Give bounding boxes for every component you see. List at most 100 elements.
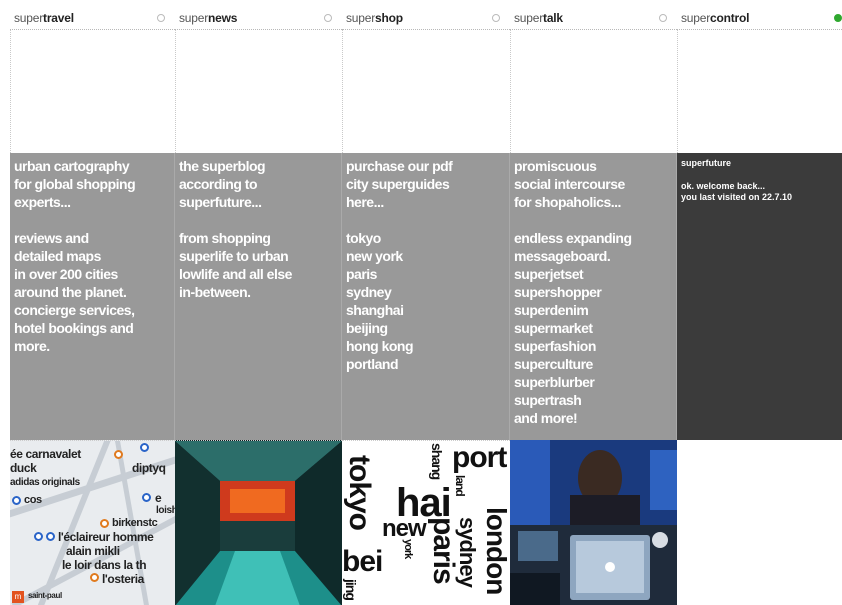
online-status-icon xyxy=(834,14,842,22)
forum-link-superblurber[interactable]: superblurber xyxy=(514,373,674,391)
panel-line: superfuture... xyxy=(179,194,262,210)
corridor-photo[interactable] xyxy=(175,440,342,605)
panel-line: purchase our pdf xyxy=(346,158,453,174)
panel-line: messageboard. xyxy=(514,248,611,264)
panel-line: city superguides xyxy=(346,176,450,192)
spacer xyxy=(677,30,842,153)
map-label: e xyxy=(155,491,162,505)
superfuture-grid: supertravel urban cartography for global… xyxy=(0,0,842,605)
map-thumbnail[interactable]: ée carnavalet duck diptyq adidas origina… xyxy=(10,440,175,605)
forum-link-superjetset[interactable]: superjetset xyxy=(514,265,674,283)
forum-link-supermarket[interactable]: supermarket xyxy=(514,319,674,337)
map-pin-icon xyxy=(34,532,43,541)
tab-label: supercontrol xyxy=(681,11,750,25)
panel-line: here... xyxy=(346,194,384,210)
tab-supertravel[interactable]: supertravel xyxy=(10,8,175,30)
supershop-panel[interactable]: purchase our pdf city superguides here..… xyxy=(342,153,510,440)
tab-supertalk[interactable]: supertalk xyxy=(510,8,677,30)
forum-link-superculture[interactable]: superculture xyxy=(514,355,674,373)
supercontrol-panel: superfuture ok. welcome back... you last… xyxy=(677,153,842,440)
city-link-shanghai[interactable]: shanghai xyxy=(346,301,507,319)
tab-label: supershop xyxy=(346,11,403,25)
map-pin-icon xyxy=(114,450,123,459)
column-supertalk: supertalk promiscuous social intercourse… xyxy=(510,0,677,605)
welcome-text: ok. welcome back... xyxy=(681,181,766,191)
panel-line: in-between. xyxy=(179,284,251,300)
corridor-image xyxy=(175,441,342,605)
supertalk-photos[interactable] xyxy=(510,440,677,605)
tab-supershop[interactable]: supershop xyxy=(342,8,510,30)
city-link-beijing[interactable]: beijing xyxy=(346,319,507,337)
status-dot-icon xyxy=(324,14,332,22)
tab-supercontrol[interactable]: supercontrol xyxy=(677,8,842,30)
map-pin-icon xyxy=(12,496,21,505)
column-supercontrol: supercontrol superfuture ok. welcome bac… xyxy=(677,0,842,605)
portrait-photo xyxy=(510,440,677,525)
column-supershop: supershop purchase our pdf city supergui… xyxy=(342,0,510,605)
tab-label: supernews xyxy=(179,11,238,25)
map-pin-icon xyxy=(46,532,55,541)
map-pin-icon xyxy=(140,443,149,452)
panel-line: superlife to urban xyxy=(179,248,289,264)
city-link-hong-kong[interactable]: hong kong xyxy=(346,337,507,355)
panel-line: social intercourse xyxy=(514,176,625,192)
spacer xyxy=(510,30,677,153)
panel-line: detailed maps xyxy=(14,248,101,264)
supertravel-panel[interactable]: urban cartography for global shopping ex… xyxy=(10,153,175,440)
panel-line: from shopping xyxy=(179,230,271,246)
collage-word: port xyxy=(452,441,507,474)
status-dot-icon xyxy=(659,14,667,22)
panel-line: reviews and xyxy=(14,230,89,246)
spacer xyxy=(175,30,342,153)
map-label: diptyq xyxy=(132,461,166,475)
tab-supernews[interactable]: supernews xyxy=(175,8,342,30)
map-label: birkenstc xyxy=(112,517,158,529)
map-label: adidas originals xyxy=(10,477,80,488)
metro-logo-icon: m xyxy=(12,591,24,603)
supernews-panel[interactable]: the superblog according to superfuture..… xyxy=(175,153,342,440)
panel-line: for global shopping xyxy=(14,176,136,192)
supertalk-panel[interactable]: promiscuous social intercourse for shopa… xyxy=(510,153,677,440)
forum-link-supertrash[interactable]: supertrash xyxy=(514,391,674,409)
city-link-tokyo[interactable]: tokyo xyxy=(346,229,507,247)
city-link-sydney[interactable]: sydney xyxy=(346,283,507,301)
collage-word: sydney xyxy=(455,517,480,587)
forum-link-supershopper[interactable]: supershopper xyxy=(514,283,674,301)
tab-label: supertalk xyxy=(514,11,563,25)
spacer xyxy=(342,30,510,153)
panel-line: according to xyxy=(179,176,258,192)
city-word-collage[interactable]: tokyo shang hai port land new york paris… xyxy=(342,440,510,605)
city-link-portland[interactable]: portland xyxy=(346,355,507,373)
collage-word: tokyo xyxy=(343,455,376,531)
city-link-paris[interactable]: paris xyxy=(346,265,507,283)
map-label: loish xyxy=(156,505,175,516)
map-pin-icon xyxy=(142,493,151,502)
last-visit-text: you last visited on 22.7.10 xyxy=(681,192,793,202)
panel-line: hotel bookings and xyxy=(14,320,134,336)
collage-word: shang xyxy=(429,443,445,480)
panel-line: for shopaholics... xyxy=(514,194,621,210)
spacer xyxy=(10,30,175,153)
map-pin-icon xyxy=(100,519,109,528)
forum-link-superdenim[interactable]: superdenim xyxy=(514,301,674,319)
map-label: cos xyxy=(24,494,42,506)
collage-word: paris xyxy=(427,517,460,584)
city-link-new-york[interactable]: new york xyxy=(346,247,507,265)
collage-word: new xyxy=(382,515,427,542)
collage-word: jing xyxy=(343,579,359,600)
panel-line: concierge services, xyxy=(14,302,135,318)
map-label: duck xyxy=(10,461,37,475)
panel-title: superfuture xyxy=(681,158,732,168)
panel-line: and more! xyxy=(514,410,578,426)
column-supertravel: supertravel urban cartography for global… xyxy=(10,0,175,605)
panel-line: more. xyxy=(14,338,50,354)
panel-line: lowlife and all else xyxy=(179,266,292,282)
panel-line: the superblog xyxy=(179,158,266,174)
panel-line: in over 200 cities xyxy=(14,266,118,282)
collage-word: london xyxy=(481,507,510,595)
laptop-photo xyxy=(510,525,677,605)
panel-line: promiscuous xyxy=(514,158,597,174)
forum-link-superfashion[interactable]: superfashion xyxy=(514,337,674,355)
column-supernews: supernews the superblog according to sup… xyxy=(175,0,342,605)
status-dot-icon xyxy=(492,14,500,22)
